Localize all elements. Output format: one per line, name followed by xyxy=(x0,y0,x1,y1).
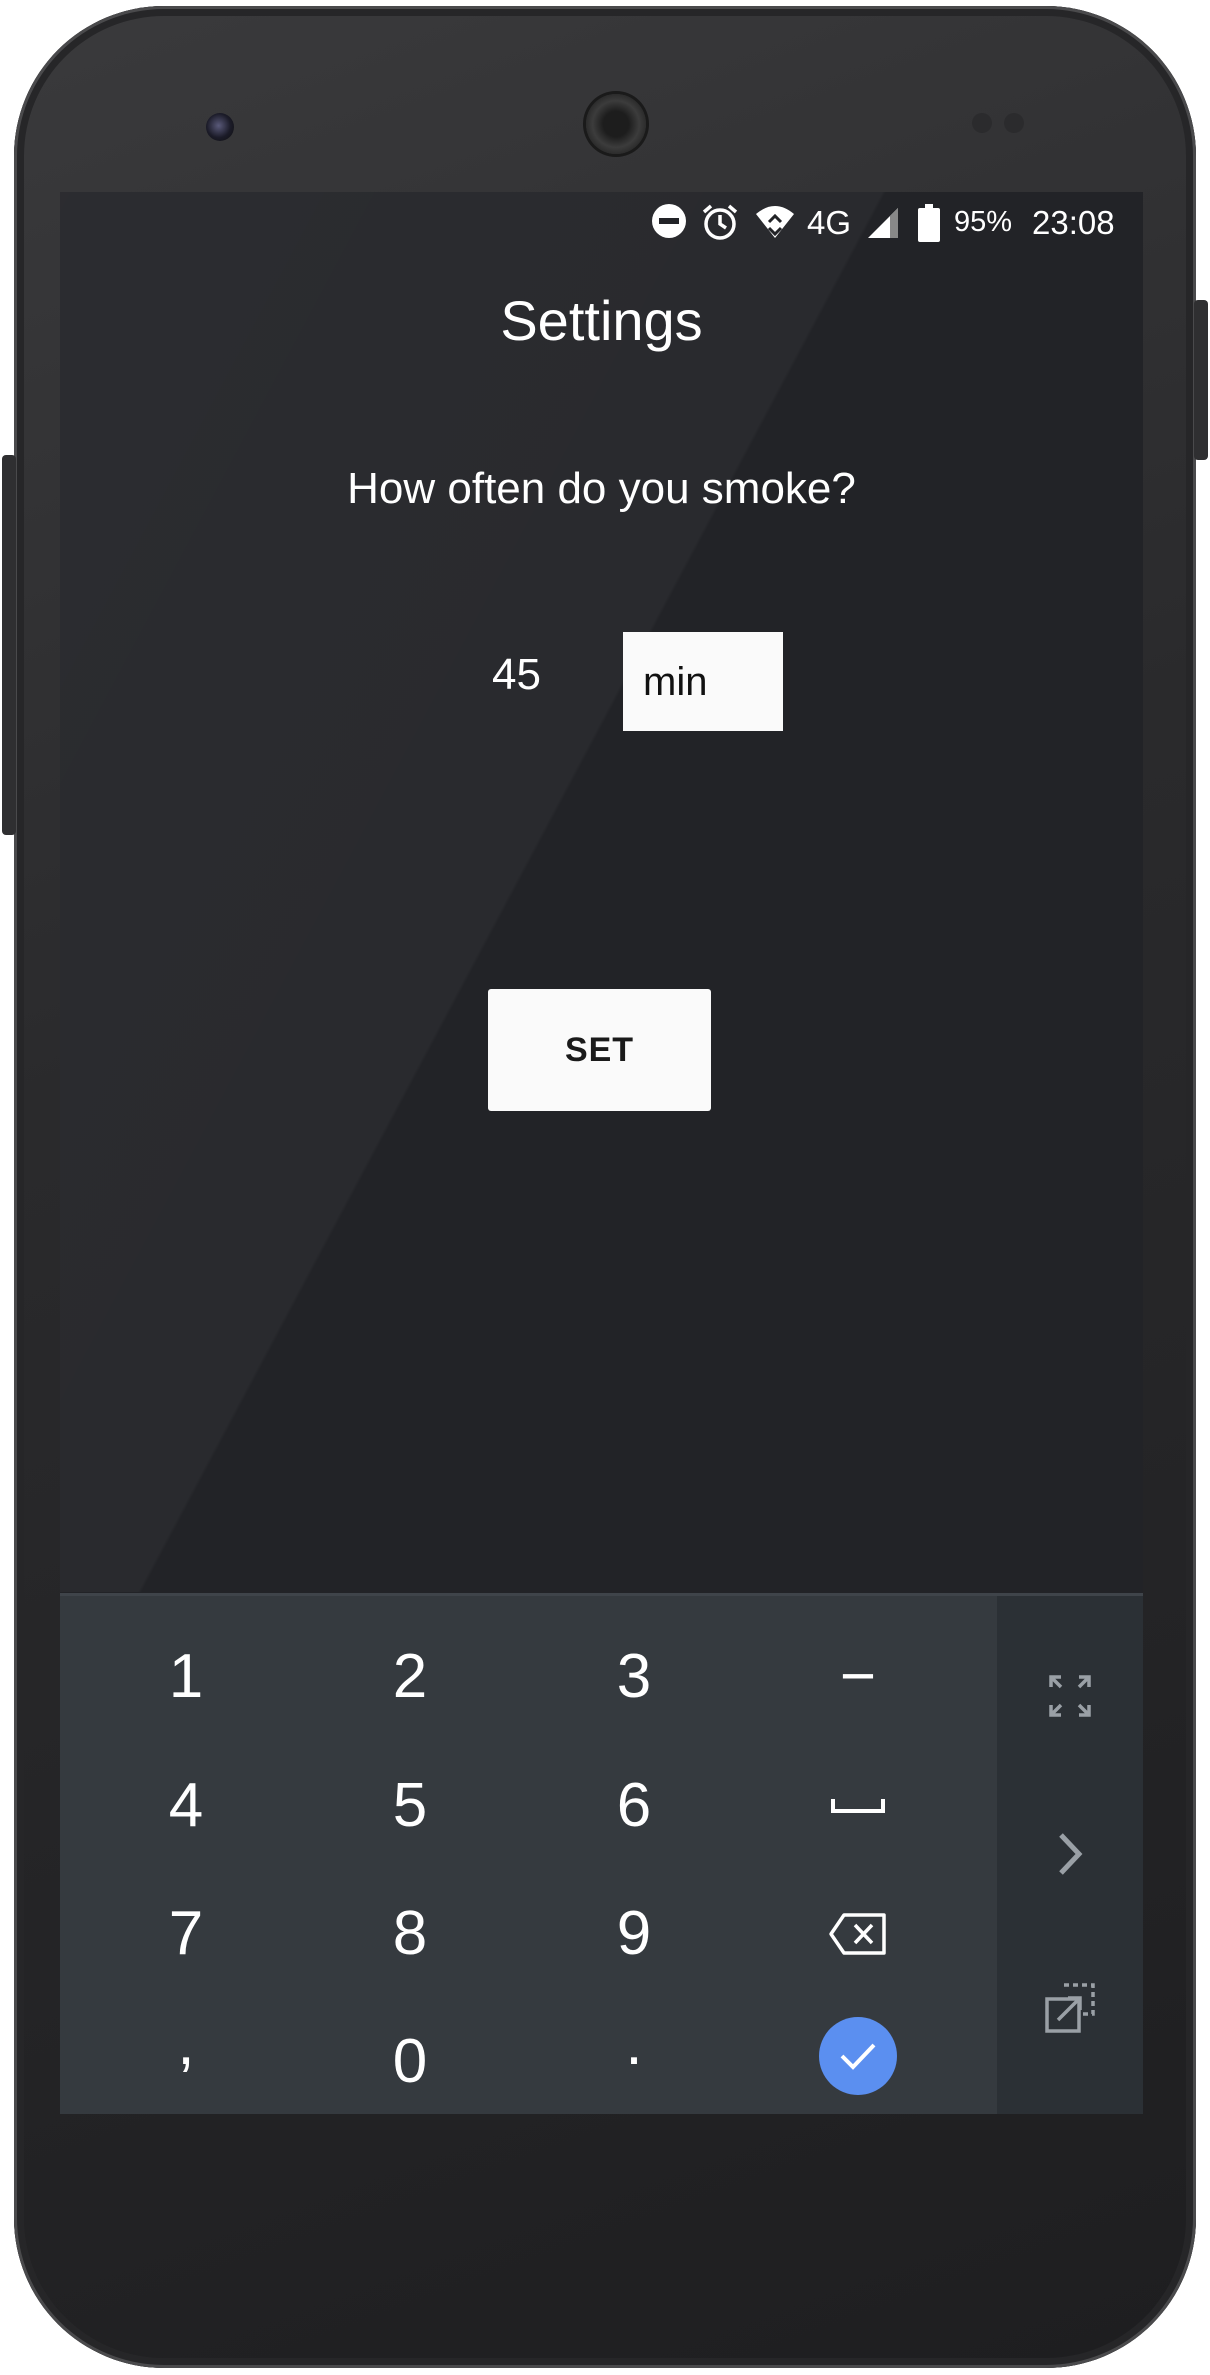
earpiece-speaker xyxy=(586,94,646,154)
unit-dropdown[interactable]: min xyxy=(623,632,783,731)
fullscreen-icon[interactable] xyxy=(997,1646,1143,1746)
done-button[interactable] xyxy=(819,2017,897,2095)
numeric-keyboard: 1 2 3 − 4 5 6 7 8 9 , 0 . xyxy=(60,1593,1143,2114)
clock-time: 23:08 xyxy=(1032,204,1115,241)
key-4[interactable]: 4 xyxy=(74,1742,298,1870)
key-9[interactable]: 9 xyxy=(522,1870,746,1998)
space-icon[interactable] xyxy=(746,1742,970,1870)
key-2[interactable]: 2 xyxy=(298,1613,522,1741)
set-button[interactable]: SET xyxy=(488,989,711,1111)
page-title: Settings xyxy=(500,289,703,352)
done-check-icon[interactable] xyxy=(746,1992,970,2114)
key-7[interactable]: 7 xyxy=(74,1870,298,1998)
amount-input[interactable]: 45 xyxy=(492,650,592,730)
key-1[interactable]: 1 xyxy=(74,1613,298,1741)
frequency-question: How often do you smoke? xyxy=(347,464,856,513)
network-type: 4G xyxy=(807,204,852,241)
key-minus[interactable]: − xyxy=(746,1613,970,1741)
key-8[interactable]: 8 xyxy=(298,1870,522,1998)
light-sensor xyxy=(1004,113,1024,133)
key-period[interactable]: . xyxy=(522,1980,746,2108)
key-3[interactable]: 3 xyxy=(522,1613,746,1741)
backspace-icon[interactable] xyxy=(746,1870,970,1998)
key-0[interactable]: 0 xyxy=(298,1998,522,2114)
front-camera xyxy=(206,113,234,141)
volume-button xyxy=(2,455,16,835)
key-comma[interactable]: , xyxy=(74,1980,298,2108)
keyboard-side-panel xyxy=(997,1596,1143,2114)
status-bar: 4G 95% 23:08 xyxy=(60,192,1143,252)
floating-keyboard-icon[interactable] xyxy=(997,1958,1143,2058)
app-screen: 4G 95% 23:08 Settings How often do you s… xyxy=(60,192,1143,2114)
key-6[interactable]: 6 xyxy=(522,1742,746,1870)
keys-area: 1 2 3 − 4 5 6 7 8 9 , 0 . xyxy=(60,1596,997,2114)
do-not-disturb-icon xyxy=(650,202,688,245)
power-button xyxy=(1194,300,1208,460)
key-5[interactable]: 5 xyxy=(298,1742,522,1870)
signal-icon xyxy=(866,206,900,245)
alarm-icon xyxy=(700,202,740,247)
wifi-icon xyxy=(754,204,796,245)
chevron-right-icon[interactable] xyxy=(997,1804,1143,1904)
battery-percent: 95% xyxy=(954,206,1013,238)
proximity-sensor xyxy=(972,113,992,133)
battery-icon xyxy=(918,204,940,247)
